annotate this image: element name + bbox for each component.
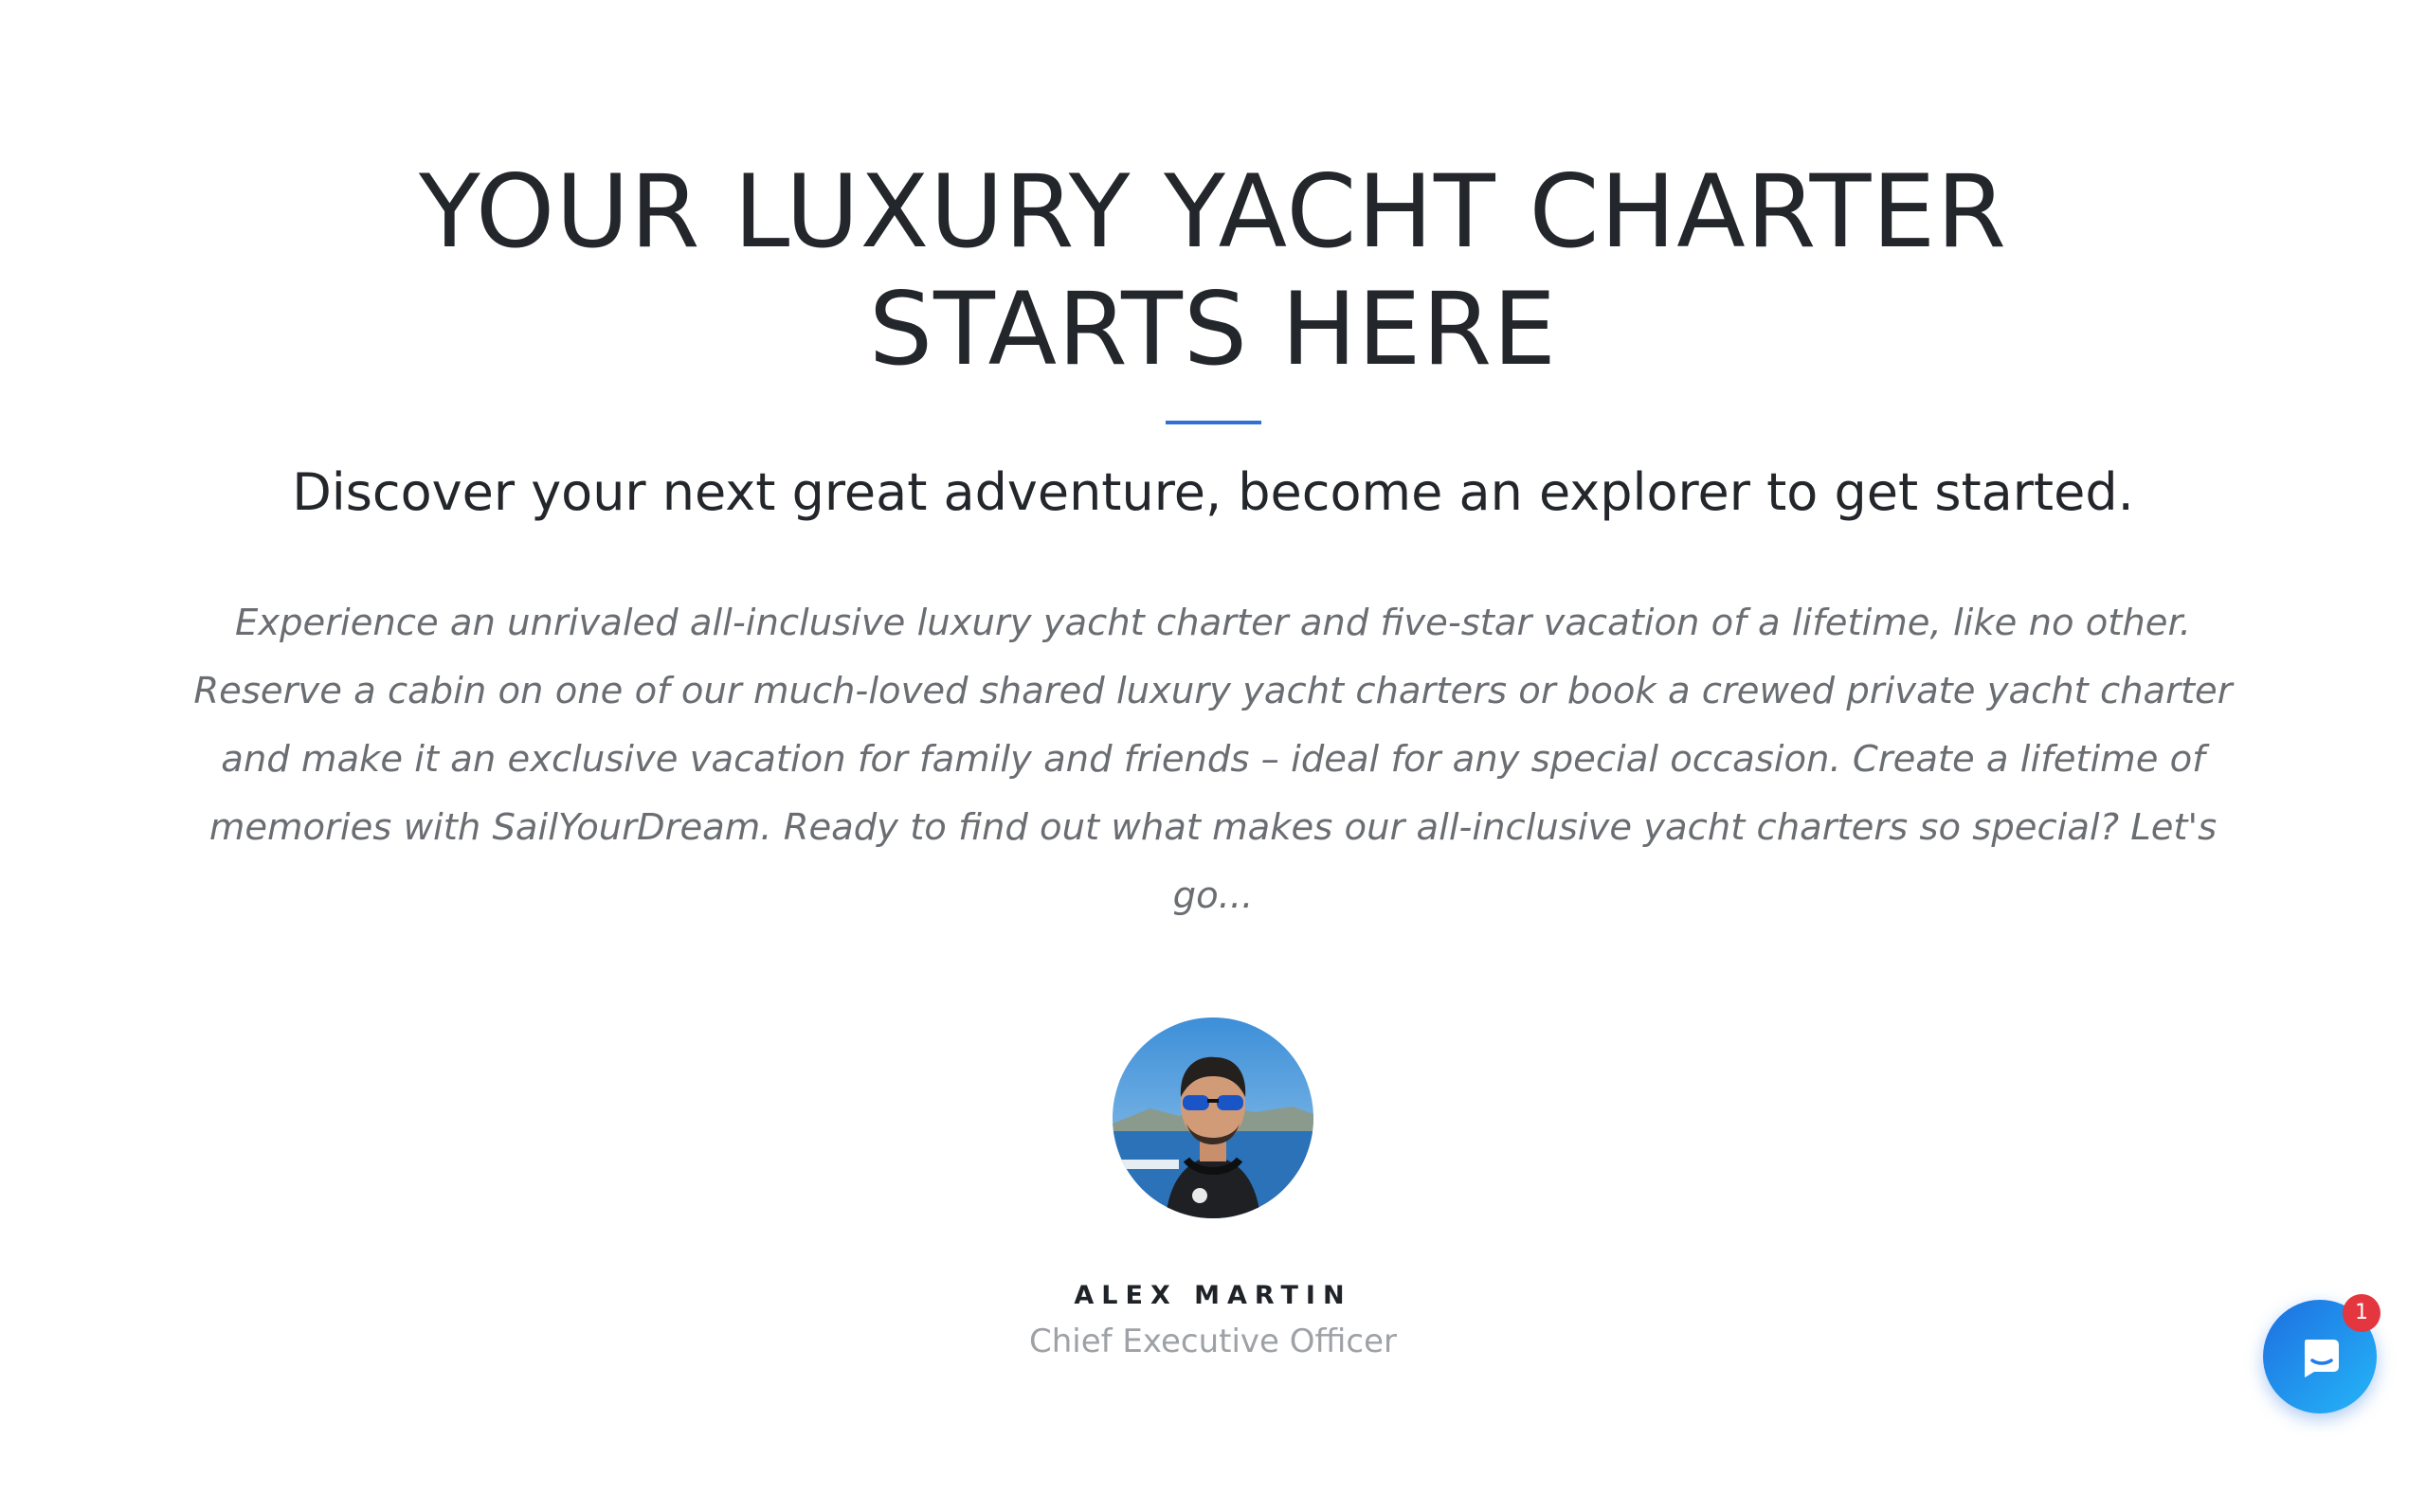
- page-title-line-2: STARTS HERE: [868, 271, 1558, 387]
- subheadline: Discover your next great adventure, beco…: [292, 462, 2134, 522]
- author-role: Chief Executive Officer: [1029, 1323, 1397, 1360]
- author-avatar: [1113, 1017, 1313, 1218]
- unread-count-badge: 1: [2343, 1294, 2381, 1332]
- chat-bubble-icon: [2305, 1340, 2339, 1377]
- intro-paragraph: Experience an unrivaled all-inclusive lu…: [161, 589, 2265, 930]
- intro-line: memories with SailYourDream. Ready to fi…: [208, 806, 2218, 849]
- page-title-line-1: YOUR LUXURY YACHT CHARTER: [418, 153, 2008, 270]
- intro-line: go...: [1172, 874, 1254, 917]
- author-name: ALEX MARTIN: [1074, 1281, 1352, 1310]
- intro-line: Reserve a cabin on one of our much-loved…: [193, 670, 2233, 712]
- page-title: YOUR LUXURY YACHT CHARTER STARTS HERE: [0, 153, 2426, 388]
- intro-line: Experience an unrivaled all-inclusive lu…: [234, 602, 2192, 644]
- title-divider: [1166, 421, 1261, 424]
- author-photo: [1113, 1017, 1313, 1218]
- intro-line: and make it an exclusive vacation for fa…: [221, 738, 2205, 781]
